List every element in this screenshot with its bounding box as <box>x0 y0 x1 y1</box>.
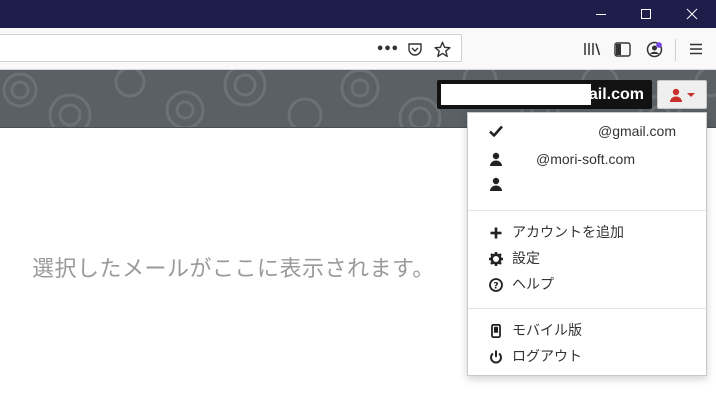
svg-text:?: ? <box>493 282 498 292</box>
gear-icon <box>488 250 504 268</box>
mobile-version-item[interactable]: モバイル版 <box>468 319 706 343</box>
menu-divider <box>468 308 706 309</box>
plus-icon <box>488 224 504 242</box>
minimize-icon[interactable] <box>578 0 624 28</box>
help-label: ヘルプ <box>512 277 554 293</box>
account-label: @gmail.com <box>598 123 677 139</box>
hamburger-menu-icon[interactable] <box>686 39 706 59</box>
account-item-mori-soft[interactable]: @mori-soft.com <box>468 147 706 171</box>
add-account-item[interactable]: アカウントを追加 <box>468 221 706 245</box>
mobile-version-label: モバイル版 <box>512 323 582 339</box>
settings-label: 設定 <box>512 251 540 267</box>
account-item-gmail[interactable]: @gmail.com <box>468 119 706 143</box>
mobile-icon <box>488 322 504 340</box>
add-account-label: アカウントを追加 <box>512 225 624 241</box>
toolbar-separator <box>675 39 676 61</box>
star-icon[interactable] <box>432 39 452 59</box>
empty-mail-message: 選択したメールがここに表示されます。 <box>32 257 435 282</box>
reader-sidebar-icon[interactable] <box>612 39 632 59</box>
account-item-other[interactable] <box>468 172 706 196</box>
account-icon[interactable] <box>644 39 664 59</box>
account-menu-button[interactable] <box>657 80 707 109</box>
browser-toolbar: ••• <box>0 28 716 70</box>
user-icon <box>488 150 504 168</box>
help-icon: ? <box>488 276 504 294</box>
logout-label: ログアウト <box>512 349 582 365</box>
settings-item[interactable]: 設定 <box>468 247 706 271</box>
window-titlebar <box>0 0 716 28</box>
close-icon[interactable] <box>669 0 715 28</box>
account-label: @mori-soft.com <box>536 151 635 167</box>
logout-item[interactable]: ログアウト <box>468 345 706 369</box>
user-icon <box>488 175 504 193</box>
account-email-text: @gmail.com <box>549 86 644 103</box>
chevron-down-icon <box>687 92 695 97</box>
user-icon <box>670 88 682 102</box>
power-icon <box>488 348 504 366</box>
checkmark-icon <box>488 122 504 140</box>
maximize-icon[interactable] <box>623 0 669 28</box>
account-dropdown-menu: @gmail.com @mori-soft.com アカウントを追加 設定 ? <box>467 112 707 376</box>
current-account-email: @gmail.com <box>437 80 652 109</box>
menu-divider <box>468 210 706 211</box>
page-actions-button[interactable]: ••• <box>376 40 399 58</box>
pocket-icon[interactable] <box>405 39 425 59</box>
help-item[interactable]: ? ヘルプ <box>468 273 706 297</box>
library-icon[interactable] <box>582 39 602 59</box>
